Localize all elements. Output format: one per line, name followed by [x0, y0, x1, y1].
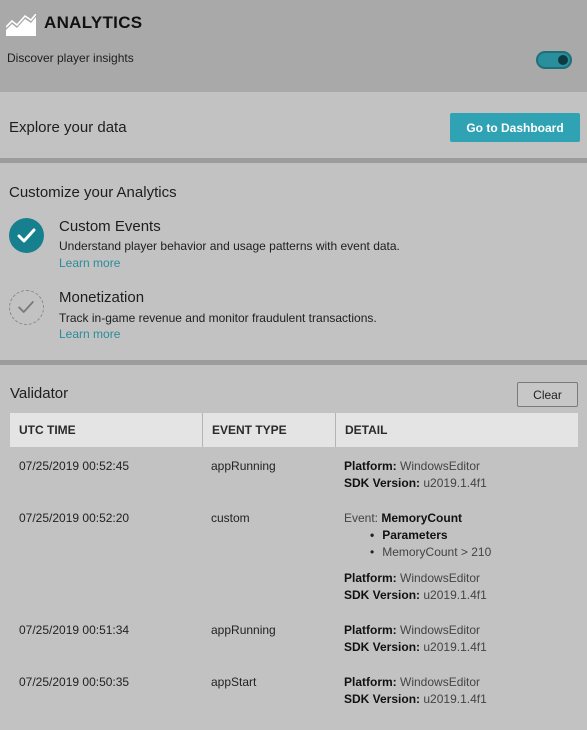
divider [0, 360, 587, 365]
feature-desc-custom-events: Understand player behavior and usage pat… [59, 239, 400, 253]
detail-sdk-version: SDK Version: u2019.1.4f1 [344, 476, 487, 490]
page-title: ANALYTICS [44, 13, 143, 32]
column-header-detail[interactable]: DETAIL [335, 413, 578, 447]
detail-event: Event: MemoryCount [344, 511, 463, 525]
row-time: 07/25/2019 00:50:35 [19, 675, 130, 689]
page-subtitle: Discover player insights [7, 51, 134, 65]
monetization-check-icon[interactable] [9, 290, 44, 325]
row-event-type: appRunning [211, 459, 276, 473]
customize-title: Customize your Analytics [9, 184, 177, 201]
header: ANALYTICS Discover player insights [0, 0, 587, 92]
table-header: UTC TIME EVENT TYPE DETAIL [10, 413, 578, 447]
row-event-type: appStart [211, 675, 257, 689]
detail-sdk-version: SDK Version: u2019.1.4f1 [344, 692, 487, 706]
row-time: 07/25/2019 00:52:20 [19, 511, 130, 525]
checkmark-icon [18, 301, 34, 313]
learn-more-link-monetization[interactable]: Learn more [59, 327, 120, 341]
row-time: 07/25/2019 00:52:45 [19, 459, 130, 473]
detail-bullet: Parameters [370, 528, 447, 542]
detail-platform: Platform: WindowsEditor [344, 675, 481, 689]
detail-sdk-version: SDK Version: u2019.1.4f1 [344, 588, 487, 602]
feature-desc-monetization: Track in-game revenue and monitor fraudu… [59, 311, 377, 325]
go-to-dashboard-button[interactable]: Go to Dashboard [450, 113, 580, 142]
validator-title: Validator [10, 385, 69, 402]
detail-platform: Platform: WindowsEditor [344, 571, 481, 585]
detail-bullet: MemoryCount > 210 [370, 545, 491, 559]
feature-name-custom-events: Custom Events [59, 218, 161, 235]
row-event-type: custom [211, 511, 250, 525]
row-event-type: appRunning [211, 623, 276, 637]
divider [0, 158, 587, 163]
explore-label: Explore your data [9, 119, 127, 136]
detail-sdk-version: SDK Version: u2019.1.4f1 [344, 640, 487, 654]
analytics-toggle[interactable] [536, 51, 572, 69]
toggle-knob [558, 55, 568, 65]
column-header-event-type[interactable]: EVENT TYPE [202, 413, 335, 447]
row-time: 07/25/2019 00:51:34 [19, 623, 130, 637]
checkmark-icon [17, 228, 36, 243]
feature-name-monetization: Monetization [59, 289, 145, 306]
learn-more-link-custom-events[interactable]: Learn more [59, 256, 120, 270]
detail-platform: Platform: WindowsEditor [344, 623, 481, 637]
custom-events-check-icon[interactable] [9, 218, 44, 253]
column-header-utc-time[interactable]: UTC TIME [10, 413, 202, 447]
clear-button[interactable]: Clear [517, 382, 578, 407]
analytics-logo-icon [6, 14, 36, 36]
detail-platform: Platform: WindowsEditor [344, 459, 481, 473]
